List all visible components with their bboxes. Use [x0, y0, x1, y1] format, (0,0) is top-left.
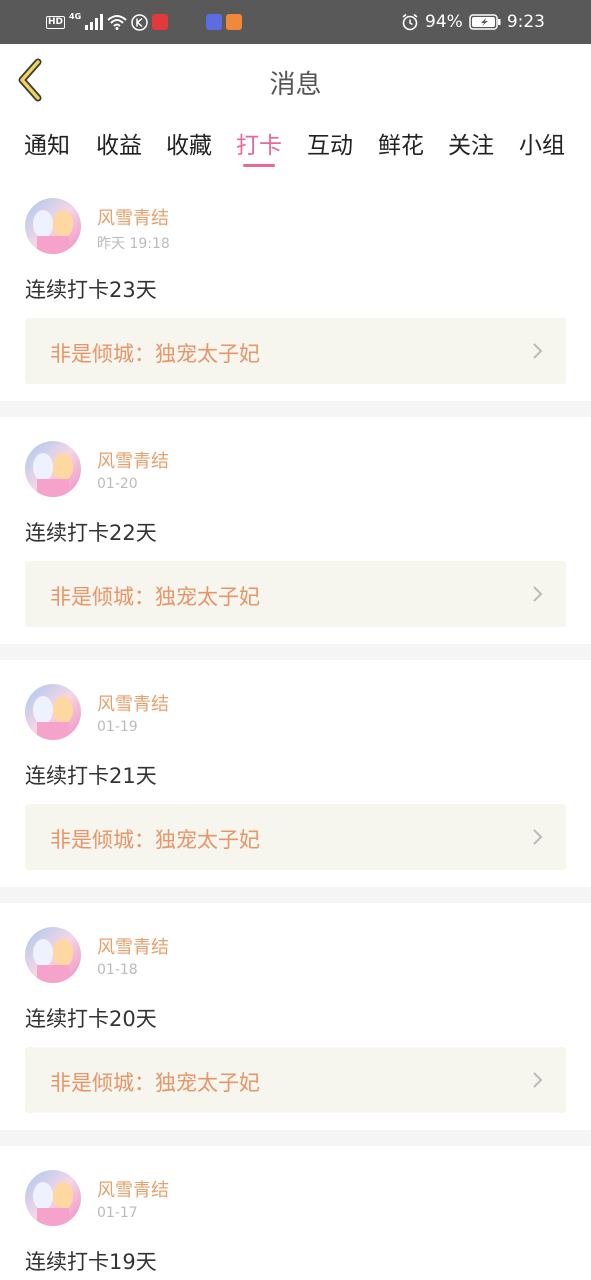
book-link[interactable]: 非是倾城：独宠太子妃: [25, 561, 566, 627]
red-app-icon: [152, 14, 169, 30]
timestamp: 01-18: [97, 962, 138, 978]
status-bar: HD 4G 94% 9:23: [0, 0, 591, 44]
video-app-icon: [226, 14, 243, 30]
network-type: 4G: [69, 11, 82, 21]
avatar[interactable]: [25, 927, 81, 983]
status-left: HD 4G: [46, 11, 243, 33]
timestamp: 01-19: [97, 719, 138, 735]
timestamp: 01-17: [97, 1205, 138, 1221]
book-title: 非是倾城：独宠太子妃: [50, 585, 260, 609]
timestamp: 昨天 19:18: [97, 236, 170, 252]
hd-indicator: HD: [46, 15, 66, 29]
tab-favorites[interactable]: 收藏: [159, 126, 219, 160]
message-text: 连续打卡22天: [25, 521, 157, 545]
username[interactable]: 风雪青结: [97, 690, 169, 716]
username[interactable]: 风雪青结: [97, 1176, 169, 1202]
username[interactable]: 风雪青结: [97, 933, 169, 959]
book-title: 非是倾城：独宠太子妃: [50, 828, 260, 852]
divider: [0, 401, 591, 417]
avatar[interactable]: [25, 684, 81, 740]
divider: [0, 1130, 591, 1146]
k-app-icon: [131, 13, 148, 31]
battery-icon: [469, 14, 501, 30]
message-card: 风雪青结 01-17 连续打卡19天: [0, 1150, 591, 1280]
message-card: 风雪青结 01-20 连续打卡22天 非是倾城：独宠太子妃: [0, 421, 591, 648]
chevron-right-icon: [533, 343, 543, 359]
wifi-icon: [107, 15, 127, 30]
book-link[interactable]: 非是倾城：独宠太子妃: [25, 804, 566, 870]
chevron-right-icon: [533, 1072, 543, 1088]
message-card: 风雪青结 01-19 连续打卡21天 非是倾城：独宠太子妃: [0, 664, 591, 891]
music-app-icon: [206, 14, 223, 30]
divider: [0, 644, 591, 660]
tab-bar: 通知 收益 收藏 打卡 互动 鲜花 关注 小组: [0, 118, 591, 178]
tab-earnings[interactable]: 收益: [89, 126, 149, 160]
message-text: 连续打卡19天: [25, 1250, 157, 1274]
chevron-right-icon: [533, 586, 543, 602]
avatar[interactable]: [25, 1170, 81, 1226]
message-text: 连续打卡21天: [25, 764, 157, 788]
tab-checkin[interactable]: 打卡: [229, 126, 289, 160]
alarm-icon: [402, 13, 418, 31]
avatar[interactable]: [25, 441, 81, 497]
status-right: 94% 9:23: [401, 11, 545, 33]
message-text: 连续打卡23天: [25, 278, 157, 302]
book-title: 非是倾城：独宠太子妃: [50, 342, 260, 366]
tab-groups[interactable]: 小组: [512, 126, 572, 160]
timestamp: 01-20: [97, 476, 138, 492]
message-text: 连续打卡20天: [25, 1007, 157, 1031]
book-link[interactable]: 非是倾城：独宠太子妃: [25, 1047, 566, 1113]
book-link[interactable]: 非是倾城：独宠太子妃: [25, 318, 566, 384]
message-card: 风雪青结 昨天 19:18 连续打卡23天 非是倾城：独宠太子妃: [0, 178, 591, 405]
chevron-right-icon: [533, 829, 543, 845]
message-card: 风雪青结 01-18 连续打卡20天 非是倾城：独宠太子妃: [0, 907, 591, 1134]
tab-flowers[interactable]: 鲜花: [371, 126, 431, 160]
page-title: 消息: [269, 70, 322, 100]
username[interactable]: 风雪青结: [97, 204, 169, 230]
username[interactable]: 风雪青结: [97, 447, 169, 473]
battery-percent: 94%: [425, 12, 463, 32]
tab-following[interactable]: 关注: [441, 126, 501, 160]
divider: [0, 887, 591, 903]
clock: 9:23: [506, 12, 545, 32]
active-tab-indicator: [243, 164, 275, 167]
tab-notifications[interactable]: 通知: [17, 126, 77, 160]
tab-interaction[interactable]: 互动: [300, 126, 360, 160]
signal-icon: [85, 14, 104, 30]
avatar[interactable]: [25, 198, 81, 254]
book-title: 非是倾城：独宠太子妃: [50, 1071, 260, 1095]
navigation-bar: 消息: [0, 44, 591, 118]
